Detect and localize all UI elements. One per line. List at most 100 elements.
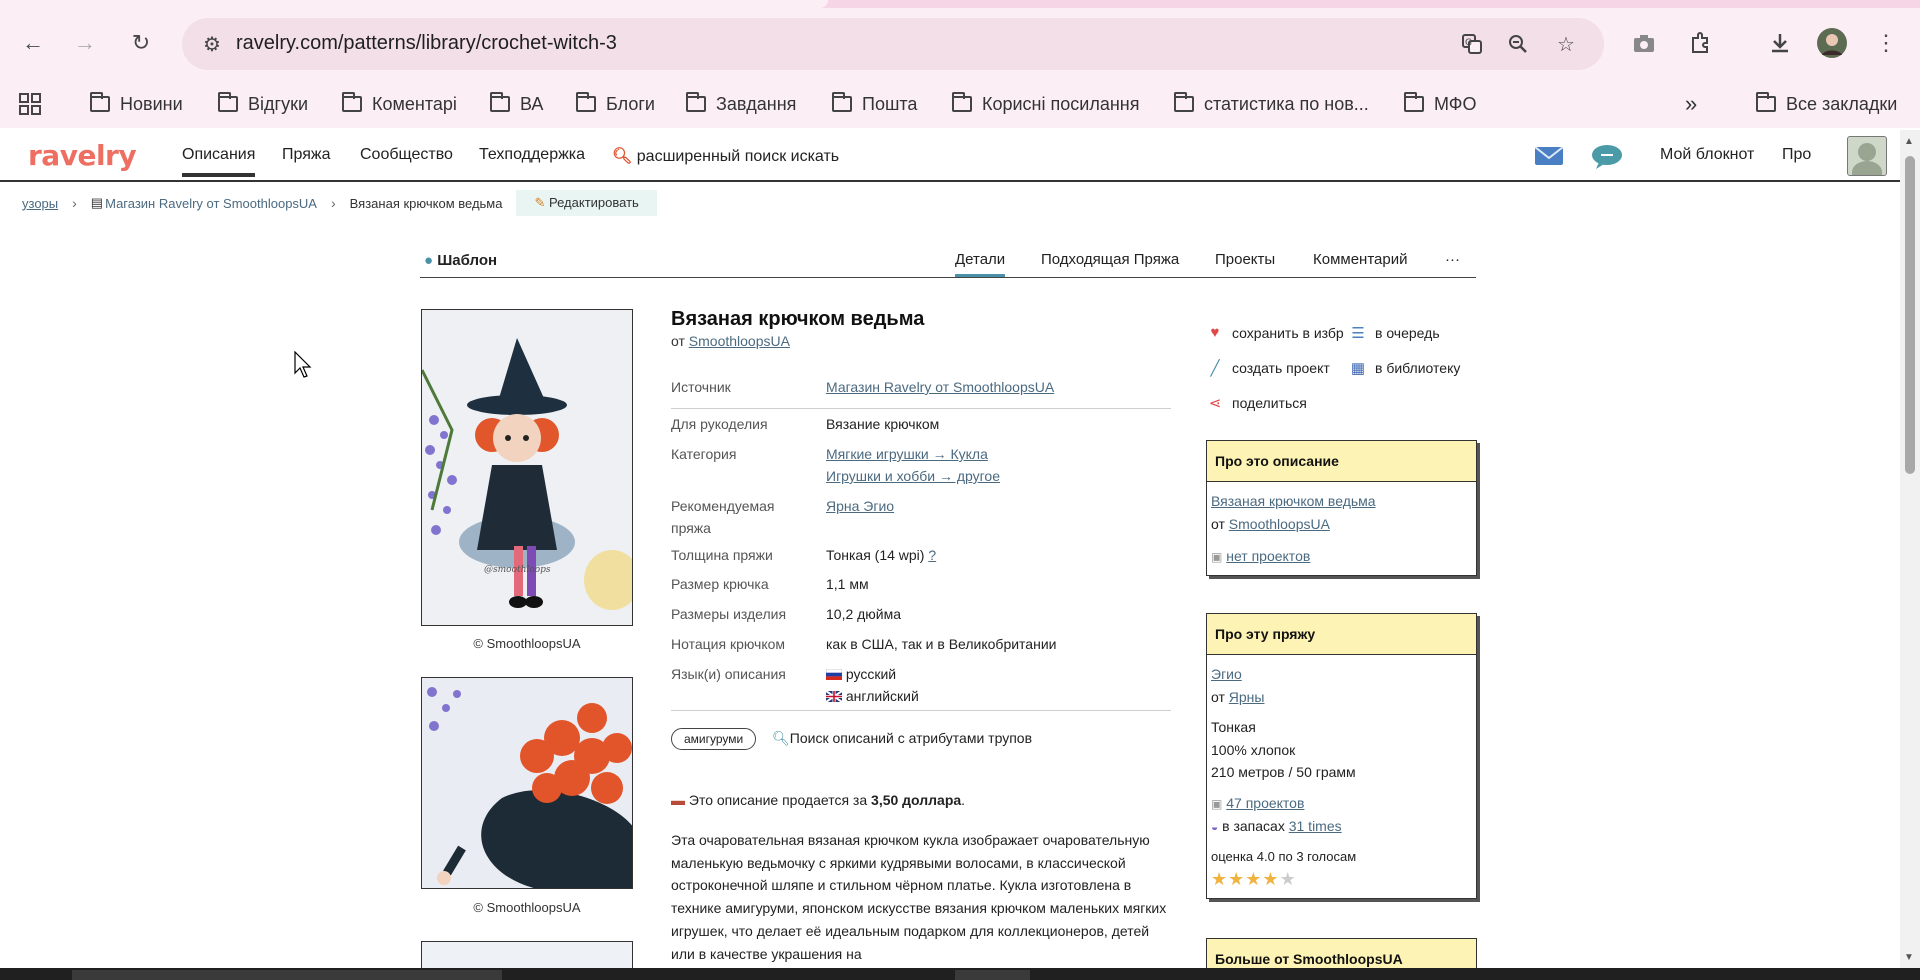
witch-doll-closeup-image xyxy=(422,678,632,888)
edit-button[interactable]: ✎ Редактировать xyxy=(516,190,657,216)
user-avatar[interactable] xyxy=(1847,136,1887,176)
photo-caption: © SmoothloopsUA xyxy=(473,636,581,651)
folder-icon xyxy=(490,92,510,112)
yarn-projects-link[interactable]: 47 проектов xyxy=(1226,795,1304,811)
svg-text:G: G xyxy=(1465,38,1472,48)
scroll-up-arrow[interactable]: ▲ xyxy=(1904,136,1914,147)
forums-icon[interactable] xyxy=(1590,142,1624,170)
star-icon: ★ xyxy=(1245,869,1263,889)
bookmark-folder[interactable]: Новини xyxy=(90,88,183,120)
vertical-scrollbar[interactable]: ▲ ▼ xyxy=(1900,130,1920,970)
yarn-fiber: 100% хлопок xyxy=(1211,741,1296,758)
more-bookmarks-icon[interactable]: » xyxy=(1685,88,1697,120)
bookmark-folder[interactable]: Блоги xyxy=(576,88,655,120)
magnifier-icon: 🔍︎ xyxy=(772,730,790,746)
nav-patterns[interactable]: Описания xyxy=(182,146,256,177)
download-icon[interactable] xyxy=(1762,25,1798,61)
tab-details[interactable]: Детали xyxy=(955,251,1006,277)
suggested-yarn-link[interactable]: Ярна Эгио xyxy=(826,498,894,514)
help-link[interactable]: ? xyxy=(928,547,936,563)
detail-label: Источник xyxy=(671,379,731,395)
pattern-photo-1[interactable]: @smoothloops xyxy=(421,309,633,626)
detail-label: Язык(и) описания xyxy=(671,666,786,682)
chevron-right-icon: › xyxy=(72,195,77,211)
save-favorite-button[interactable]: ♥ сохранить в избр xyxy=(1206,324,1344,341)
heart-icon: ♥ xyxy=(1210,324,1220,341)
tab-matching-yarn[interactable]: Подходящая Пряжа xyxy=(1041,251,1179,268)
site-header: ravelry Описания Пряжа Сообщество Техпод… xyxy=(0,130,1900,182)
create-project-button[interactable]: ╱ создать проект xyxy=(1206,359,1329,377)
advanced-search-link[interactable]: 🔍︎ расширенный поиск искать xyxy=(612,146,839,166)
yarn-brand-link[interactable]: Ярны xyxy=(1229,689,1265,705)
ravelry-logo[interactable]: ravelry xyxy=(28,139,137,172)
my-notebook-link[interactable]: Мой блокнот xyxy=(1660,146,1754,164)
stash-link[interactable]: 31 times xyxy=(1289,818,1342,834)
nav-community[interactable]: Сообщество xyxy=(360,146,453,164)
scrollbar-thumb[interactable] xyxy=(1905,156,1915,474)
profile-avatar[interactable] xyxy=(1814,25,1850,61)
bookmark-star-icon[interactable]: ☆ xyxy=(1550,28,1582,60)
hook-size-value: 1,1 мм xyxy=(826,576,869,592)
pencil-icon: ✎ xyxy=(534,195,546,210)
queue-button[interactable]: ☰ в очередь xyxy=(1349,324,1439,342)
bookmark-folder[interactable]: МФО xyxy=(1404,88,1476,120)
bookmark-folder[interactable]: статистика по нов... xyxy=(1174,88,1369,120)
projects-link[interactable]: нет проектов xyxy=(1226,548,1310,564)
pro-link[interactable]: Про xyxy=(1782,146,1811,164)
share-button[interactable]: ⋖ поделиться xyxy=(1206,394,1307,412)
bookmark-folder[interactable]: Завдання xyxy=(686,88,796,120)
camera-icon[interactable] xyxy=(1626,25,1662,61)
apps-icon[interactable] xyxy=(18,88,42,120)
address-bar[interactable]: ⚙ ravelry.com/patterns/library/crochet-w… xyxy=(182,18,1604,70)
scroll-down-arrow[interactable]: ▼ xyxy=(1904,952,1914,963)
active-tab[interactable] xyxy=(0,0,828,8)
pattern-name-link[interactable]: Вязаная крючком ведьма xyxy=(1211,493,1376,509)
messages-icon[interactable] xyxy=(1532,142,1566,170)
svg-text:@smoothloops: @smoothloops xyxy=(484,565,551,575)
pattern-photo-2[interactable] xyxy=(421,677,633,889)
add-to-library-button[interactable]: ▦ в библиотеку xyxy=(1349,359,1460,377)
bell-icon: ● xyxy=(424,252,434,269)
tab-comments[interactable]: Комментарий xyxy=(1313,251,1407,268)
zoom-icon[interactable] xyxy=(1502,28,1534,60)
bookmark-folder[interactable]: ВА xyxy=(490,88,543,120)
attribute-tag[interactable]: амигуруми xyxy=(671,728,757,750)
detail-label: Толщина пряжи xyxy=(671,547,773,563)
all-bookmarks[interactable]: Все закладки xyxy=(1756,88,1897,120)
bookmark-folder[interactable]: Коментарі xyxy=(342,88,457,120)
breadcrumb-store[interactable]: Магазин Ravelry от SmoothloopsUA xyxy=(105,196,317,211)
taskbar-item[interactable] xyxy=(72,970,502,980)
detail-label: Размеры изделия xyxy=(671,606,787,622)
stash-icon: ◒ xyxy=(1211,820,1219,834)
attribute-search-link[interactable]: 🔍︎Поиск описаний с атрибутами трупов xyxy=(772,730,1032,747)
nav-yarn[interactable]: Пряжа xyxy=(282,146,330,164)
site-settings-icon[interactable]: ⚙ xyxy=(198,30,226,58)
price-value: 3,50 доллара xyxy=(871,792,962,808)
detail-row: Категория Мягкие игрушки → Кукла Игрушки … xyxy=(671,443,1171,487)
translate-icon[interactable]: G xyxy=(1456,28,1488,60)
url-text[interactable]: ravelry.com/patterns/library/crochet-wit… xyxy=(236,32,617,55)
tab-projects[interactable]: Проекты xyxy=(1215,251,1275,268)
designer-link[interactable]: SmoothloopsUA xyxy=(1229,516,1330,532)
bookmarks-bar: Новини Відгуки Коментарі ВА Блоги Завдан… xyxy=(0,80,1920,128)
bookmark-folder[interactable]: Відгуки xyxy=(218,88,308,120)
bookmark-folder[interactable]: Корисні посилання xyxy=(952,88,1139,120)
source-link[interactable]: Магазин Ravelry от SmoothloopsUA xyxy=(826,379,1054,395)
category-link[interactable]: Игрушки и хобби → другое xyxy=(826,468,1000,484)
menu-icon[interactable]: ⋮ xyxy=(1868,25,1904,61)
nav-support[interactable]: Техподдержка xyxy=(479,146,585,164)
bookmark-folder[interactable]: Пошта xyxy=(832,88,917,120)
back-icon[interactable]: ← xyxy=(15,25,51,61)
extensions-icon[interactable] xyxy=(1682,25,1718,61)
taskbar-item[interactable] xyxy=(955,970,1030,980)
category-link[interactable]: Мягкие игрушки → Кукла xyxy=(826,446,988,462)
forward-icon[interactable]: → xyxy=(67,25,103,61)
pattern-photo-3[interactable] xyxy=(421,941,633,971)
tab-more[interactable]: ··· xyxy=(1445,251,1460,268)
projects-icon: ▣ xyxy=(1211,796,1223,811)
designer-link[interactable]: SmoothloopsUA xyxy=(689,333,790,349)
breadcrumb-patterns[interactable]: узоры xyxy=(22,196,58,211)
reload-icon[interactable]: ↻ xyxy=(123,25,159,61)
yarn-name-link[interactable]: Эгио xyxy=(1211,666,1242,682)
folder-icon xyxy=(1404,92,1424,112)
